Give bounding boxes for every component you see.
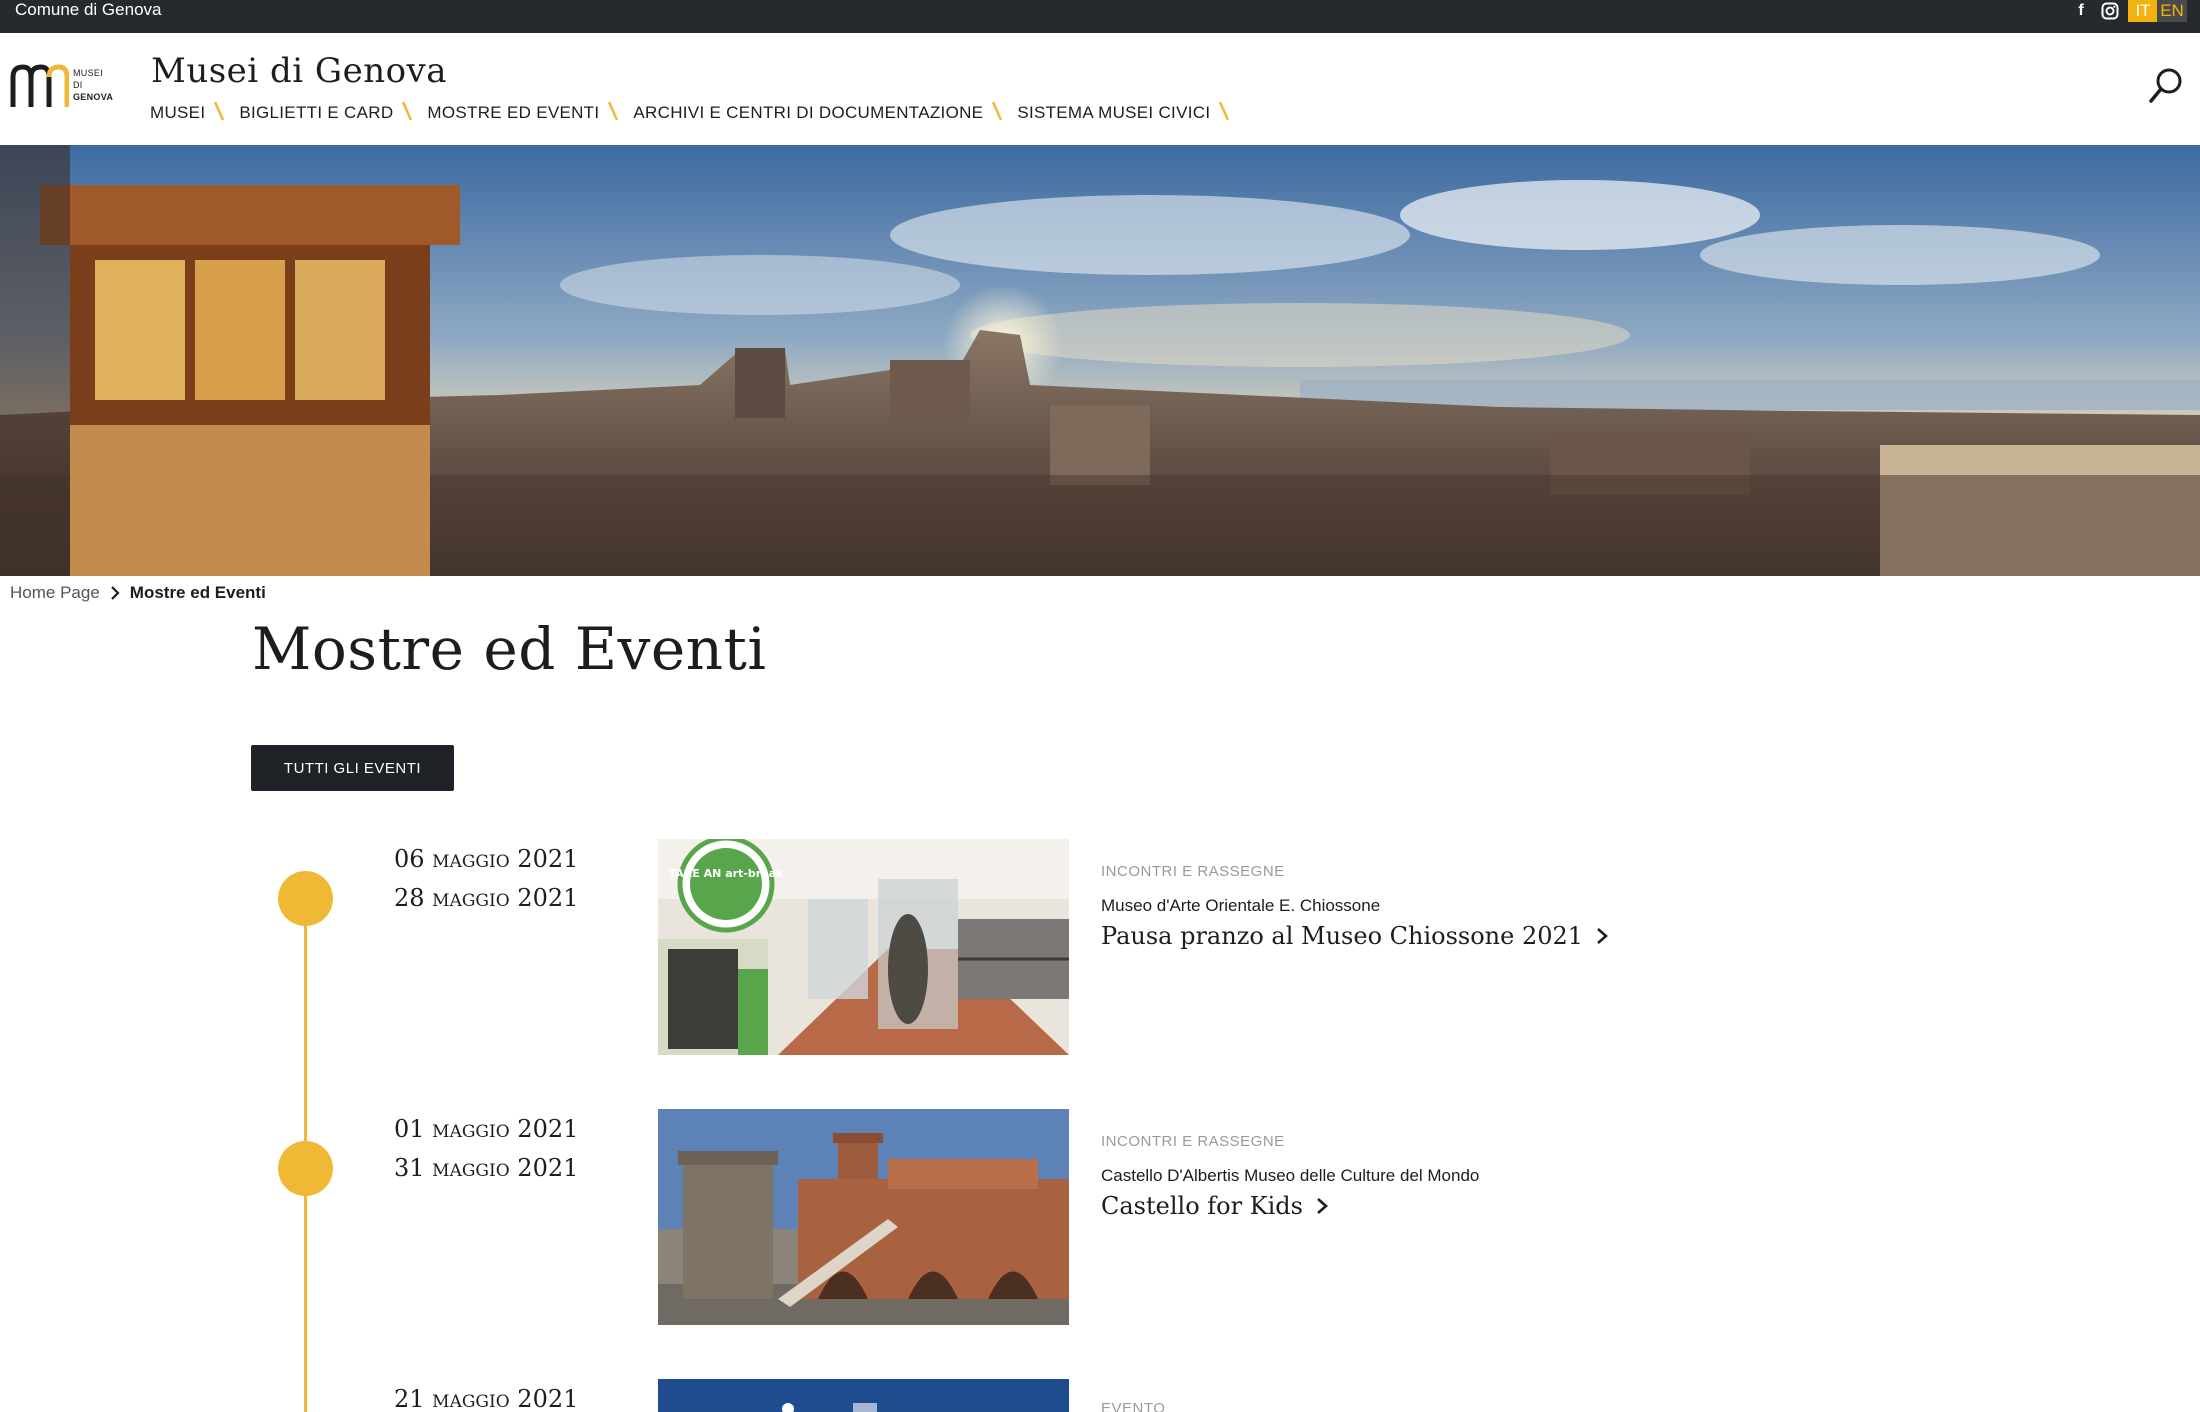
- chevron-right-icon: [1317, 1198, 1328, 1214]
- site-header: MUSEI DI GENOVA Musei di Genova MUSEI BI…: [0, 33, 2200, 145]
- breadcrumb-current: Mostre ed Eventi: [129, 583, 266, 602]
- all-events-button[interactable]: TUTTI GLI EVENTI: [251, 745, 454, 791]
- language-it[interactable]: IT: [2128, 0, 2158, 22]
- nav-item-sistema[interactable]: SISTEMA MUSEI CIVICI: [1017, 103, 1210, 123]
- chevron-right-icon: [111, 586, 120, 600]
- nav-separator-icon: [608, 101, 619, 121]
- event-date-end: 31 maggio 2021: [394, 1154, 579, 1182]
- logo-text: MUSEI DI GENOVA: [73, 68, 114, 102]
- event-place: Castello D'Albertis Museo delle Culture …: [1101, 1166, 1480, 1185]
- instagram-icon[interactable]: [2101, 2, 2119, 20]
- event-title-link[interactable]: Pausa pranzo al Museo Chiossone 2021: [1101, 922, 1609, 950]
- event-date-start: 21 maggio 2021: [394, 1385, 579, 1412]
- top-utility-bar: Comune di Genova f IT EN: [0, 0, 2200, 33]
- event-title: Castello for Kids: [1101, 1192, 1303, 1220]
- event-category: INCONTRI E RASSEGNE: [1101, 863, 1285, 880]
- breadcrumb: Home Page Mostre ed Eventi: [10, 582, 266, 604]
- event-date-end: 28 maggio 2021: [394, 884, 579, 912]
- event-date-start: 01 maggio 2021: [394, 1115, 579, 1143]
- timeline-dot: [278, 871, 333, 926]
- comune-link[interactable]: Comune di Genova: [15, 0, 161, 22]
- event-image[interactable]: [658, 1109, 1069, 1325]
- event-title-link[interactable]: Castello for Kids: [1101, 1192, 1329, 1220]
- event-date: 01 maggio 2021 31 maggio 2021: [394, 1110, 578, 1188]
- event-category: INCONTRI E RASSEGNE: [1101, 1133, 1285, 1150]
- chevron-right-icon: [1597, 928, 1609, 944]
- site-title[interactable]: Musei di Genova: [151, 51, 447, 91]
- event-date-start: 06 maggio 2021: [394, 845, 579, 873]
- facebook-icon[interactable]: f: [2074, 2, 2088, 20]
- nav-separator-icon: [1219, 101, 1230, 121]
- image-badge-text: TAKE AN art-break: [669, 867, 784, 880]
- page-title: Mostre ed Eventi: [252, 615, 767, 683]
- nav-separator-icon: [214, 101, 225, 121]
- musei-logo-mark-icon: [10, 64, 69, 107]
- language-en[interactable]: EN: [2157, 0, 2187, 22]
- timeline-dot: [278, 1141, 333, 1196]
- event-category: EVENTO: [1101, 1400, 1166, 1412]
- event-image[interactable]: TAKE AN art-break: [658, 839, 1069, 1055]
- nav-item-biglietti[interactable]: BIGLIETTI E CARD: [239, 103, 393, 123]
- main-navigation: MUSEI BIGLIETTI E CARD MOSTRE ED EVENTI …: [150, 101, 1244, 125]
- event-date: 06 maggio 2021 28 maggio 2021: [394, 840, 578, 918]
- nav-item-musei[interactable]: MUSEI: [150, 103, 205, 123]
- event-title: Pausa pranzo al Museo Chiossone 2021: [1101, 922, 1584, 950]
- breadcrumb-home-link[interactable]: Home Page: [10, 583, 100, 603]
- search-button[interactable]: [2146, 65, 2186, 105]
- nav-separator-icon: [402, 101, 413, 121]
- nav-item-archivi[interactable]: ARCHIVI E CENTRI DI DOCUMENTAZIONE: [633, 103, 983, 123]
- site-logo[interactable]: MUSEI DI GENOVA: [9, 63, 119, 113]
- nav-separator-icon: [992, 101, 1003, 121]
- event-place: Museo d'Arte Orientale E. Chiossone: [1101, 896, 1381, 915]
- nav-item-mostre[interactable]: MOSTRE ED EVENTI: [427, 103, 599, 123]
- hero-panorama-image: [0, 145, 2200, 576]
- event-date: 21 maggio 2021: [394, 1380, 578, 1412]
- event-image[interactable]: [658, 1379, 1069, 1412]
- search-icon: [2149, 68, 2182, 103]
